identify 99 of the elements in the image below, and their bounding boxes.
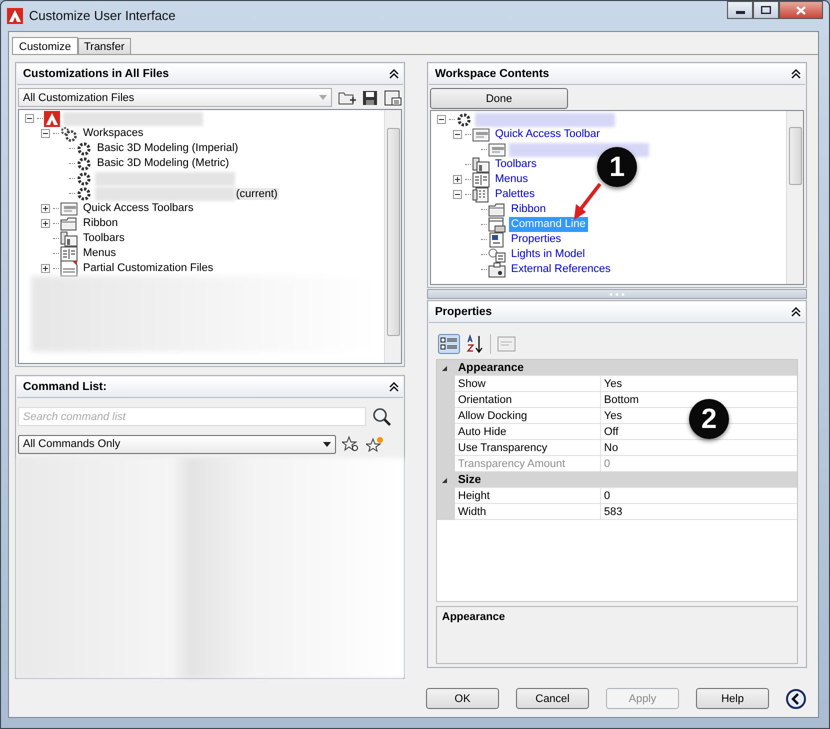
- description-panel: Appearance: [436, 606, 798, 664]
- category-label: Size: [458, 474, 482, 486]
- xref-icon: [488, 262, 506, 278]
- tree-item[interactable]: Basic 3D Modeling (Metric): [95, 156, 232, 171]
- expander-icon[interactable]: [453, 190, 462, 199]
- property-value[interactable]: Yes: [600, 376, 797, 392]
- star-search-icon[interactable]: [342, 436, 360, 452]
- panel-title: Command List:: [23, 380, 107, 392]
- tree-item[interactable]: Lights in Model: [509, 247, 587, 262]
- categorized-icon[interactable]: [438, 334, 460, 354]
- property-value[interactable]: No: [600, 440, 797, 456]
- file-icon: [60, 260, 78, 277]
- grip-icon: [609, 292, 625, 296]
- expander-icon[interactable]: [41, 264, 50, 273]
- window-icon: [488, 216, 506, 232]
- scrollbar[interactable]: [384, 110, 401, 362]
- expander-icon[interactable]: [41, 219, 50, 228]
- menu-icon: [60, 246, 78, 262]
- file-dropdown[interactable]: All Customization Files: [18, 88, 332, 107]
- gear-icon: [76, 170, 92, 186]
- expander-icon[interactable]: [453, 175, 462, 184]
- maximize-icon: [761, 6, 771, 14]
- tree-item[interactable]: Partial Customization Files: [81, 261, 216, 276]
- tree-item[interactable]: Basic 3D Modeling (Imperial): [95, 141, 240, 156]
- dialog-button[interactable]: Help: [696, 688, 769, 709]
- tab[interactable]: Customize: [12, 37, 78, 55]
- command-filter-dropdown[interactable]: All Commands Only: [18, 434, 336, 454]
- expander-icon[interactable]: [41, 129, 50, 138]
- tree-item[interactable]: Menus: [81, 246, 118, 261]
- folder-icon: [488, 202, 506, 218]
- minimize-button[interactable]: [727, 1, 753, 19]
- gear-icon: [76, 186, 92, 202]
- panel-title: Properties: [435, 306, 492, 318]
- dropdown-arrow-icon: [323, 442, 331, 446]
- tree-item[interactable]: Ribbon: [81, 216, 120, 231]
- property-name: Auto Hide: [455, 424, 600, 440]
- tree-item[interactable]: Properties: [509, 232, 564, 247]
- property-value[interactable]: 583: [600, 504, 797, 520]
- tree-item[interactable]: External References: [509, 262, 613, 277]
- tree-item-suffix: (current): [235, 188, 279, 200]
- property-name: Use Transparency: [455, 440, 600, 456]
- tree-item[interactable]: Menus: [493, 172, 530, 187]
- menu-icon: [472, 172, 490, 188]
- star-new-icon[interactable]: [366, 436, 384, 452]
- gear-icon: [456, 112, 472, 128]
- search-icon[interactable]: [372, 406, 392, 426]
- scrollbar[interactable]: [786, 111, 803, 284]
- tree-item[interactable]: Quick Access Toolbars: [81, 201, 196, 216]
- done-button[interactable]: Done: [430, 88, 568, 109]
- window-title: Customize User Interface: [29, 8, 176, 23]
- collapse-left-icon[interactable]: [786, 688, 806, 708]
- collapse-icon[interactable]: [791, 307, 801, 317]
- properties-icon: [488, 232, 506, 248]
- toolbar-icon: [472, 126, 490, 142]
- folder-icon: [60, 216, 78, 232]
- panel-title: Workspace Contents: [435, 68, 550, 80]
- property-name: Allow Docking: [455, 408, 600, 424]
- toolbars-icon: [472, 156, 490, 172]
- collapse-icon[interactable]: [389, 69, 399, 79]
- tree-item[interactable]: Toolbars: [493, 157, 539, 172]
- dialog-button[interactable]: Cancel: [516, 688, 589, 709]
- dialog-button[interactable]: OK: [426, 688, 499, 709]
- property-name: Width: [455, 504, 600, 520]
- sort-alphabetical-icon[interactable]: [466, 334, 484, 354]
- expander-icon[interactable]: [25, 114, 34, 123]
- toolbars-icon: [60, 230, 78, 246]
- app-logo-icon: [7, 8, 23, 24]
- save-icon[interactable]: [362, 90, 378, 106]
- toolbar-icon: [60, 200, 78, 216]
- tree-item[interactable]: Quick Access Toolbar: [493, 127, 602, 142]
- window-list-icon[interactable]: [384, 90, 402, 106]
- expander-icon[interactable]: [41, 204, 50, 213]
- tree-item[interactable]: Ribbon: [509, 202, 548, 217]
- panel-title: Customizations in All Files: [23, 68, 169, 80]
- lamp-icon: [488, 246, 506, 262]
- close-icon: [796, 6, 806, 14]
- gear-icon: [76, 140, 92, 156]
- open-folder-icon[interactable]: [338, 90, 356, 106]
- gear-icon: [76, 156, 92, 172]
- close-button[interactable]: [779, 1, 823, 19]
- expander-icon[interactable]: [453, 130, 462, 139]
- property-name: Show: [455, 376, 600, 392]
- expander-icon[interactable]: [437, 115, 446, 124]
- property-value[interactable]: 0: [600, 488, 797, 504]
- tab[interactable]: Transfer: [78, 38, 131, 54]
- dropdown-arrow-icon: [319, 95, 327, 100]
- category-label: Appearance: [458, 362, 524, 374]
- tree-item[interactable]: Workspaces: [81, 126, 146, 141]
- toolbar-icon: [488, 142, 506, 158]
- tree-item[interactable]: Toolbars: [81, 231, 127, 246]
- search-field[interactable]: Search command list: [18, 407, 366, 426]
- maximize-button[interactable]: [753, 1, 779, 19]
- collapse-icon[interactable]: [791, 69, 801, 79]
- property-name: Orientation: [455, 392, 600, 408]
- tree-item[interactable]: Palettes: [493, 187, 537, 202]
- gears-icon: [60, 126, 78, 142]
- palette-icon: [472, 186, 490, 202]
- property-name: Height: [455, 488, 600, 504]
- collapse-icon[interactable]: [389, 382, 399, 392]
